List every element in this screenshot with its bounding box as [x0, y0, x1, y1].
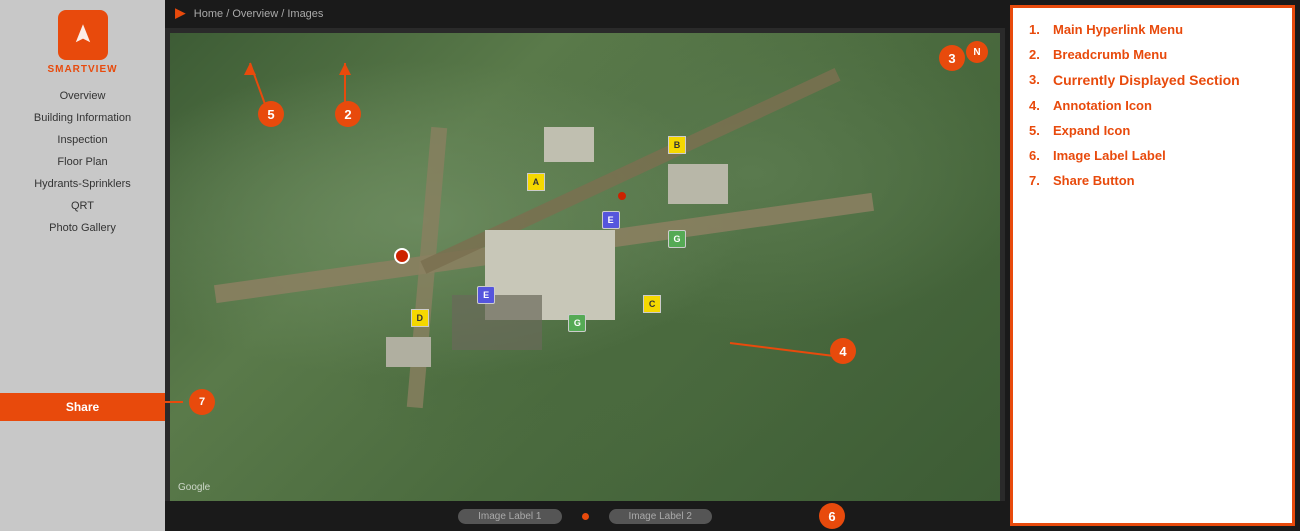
breadcrumb-current: Images [287, 8, 323, 20]
legend-item-2: 2. Breadcrumb Menu [1029, 47, 1276, 62]
app-logo [58, 10, 108, 60]
image-label-pill-2: Image Label 2 [609, 509, 712, 524]
building-2 [668, 164, 728, 204]
image-label-bar: Image Label 1 Image Label 2 6 [165, 501, 1005, 531]
main-content: ◀ Home / Overview / Images A B C D E [165, 0, 1005, 531]
marker-g2: G [568, 314, 586, 332]
legend-item-3: 3. Currently Displayed Section [1029, 72, 1276, 88]
nav-menu: Overview Building Information Inspection… [0, 85, 165, 239]
nav-building-info[interactable]: Building Information [0, 107, 165, 129]
badge-2: 2 [335, 101, 361, 127]
nav-floor-plan[interactable]: Floor Plan [0, 151, 165, 173]
marker-b: B [668, 136, 686, 154]
section-badge-3: 3 [939, 45, 965, 71]
google-watermark: Google [178, 482, 210, 493]
marker-a: A [527, 173, 545, 191]
sidebar: SMARTVIEW Overview Building Information … [0, 0, 165, 531]
legend-item-4: 4. Annotation Icon [1029, 98, 1276, 113]
nav-qrt[interactable]: QRT [0, 195, 165, 217]
parking-lot [452, 295, 542, 350]
building-3 [544, 127, 594, 162]
marker-e2: E [477, 286, 495, 304]
annotation-panel: 1. Main Hyperlink Menu 2. Breadcrumb Men… [1010, 5, 1295, 526]
badge-4: 4 [830, 338, 856, 364]
breadcrumb: Home / Overview / Images [194, 8, 324, 20]
brand-name: SMARTVIEW [47, 64, 117, 75]
top-bar: ◀ Home / Overview / Images [165, 0, 1005, 28]
map-container: A B C D E E G G N 3 [170, 33, 1000, 501]
nav-overview[interactable]: Overview [0, 85, 165, 107]
share-arrow-badge: 7 [135, 389, 215, 415]
legend-item-5: 5. Expand Icon [1029, 123, 1276, 138]
nav-photo-gallery[interactable]: Photo Gallery [0, 217, 165, 239]
marker-c: C [643, 295, 661, 313]
badge-5: 5 [258, 101, 284, 127]
legend-item-1: 1. Main Hyperlink Menu [1029, 22, 1276, 37]
building-4 [386, 337, 431, 367]
legend-item-6: 6. Image Label Label [1029, 148, 1276, 163]
nav-inspection[interactable]: Inspection [0, 129, 165, 151]
badge-7: 7 [189, 389, 215, 415]
image-label-pill-1: Image Label 1 [458, 509, 561, 524]
compass: N [966, 41, 988, 63]
marker-e1: E [602, 211, 620, 229]
map-background: A B C D E E G G N 3 [170, 33, 1000, 501]
marker-g1: G [668, 230, 686, 248]
legend-item-7: 7. Share Button [1029, 173, 1276, 188]
breadcrumb-home[interactable]: Home [194, 8, 223, 20]
nav-icon: ◀ [175, 6, 186, 23]
marker-d: D [411, 309, 429, 327]
nav-hydrants[interactable]: Hydrants-Sprinklers [0, 173, 165, 195]
image-dot [582, 513, 589, 520]
breadcrumb-overview[interactable]: Overview [232, 8, 278, 20]
badge-6: 6 [819, 503, 845, 529]
